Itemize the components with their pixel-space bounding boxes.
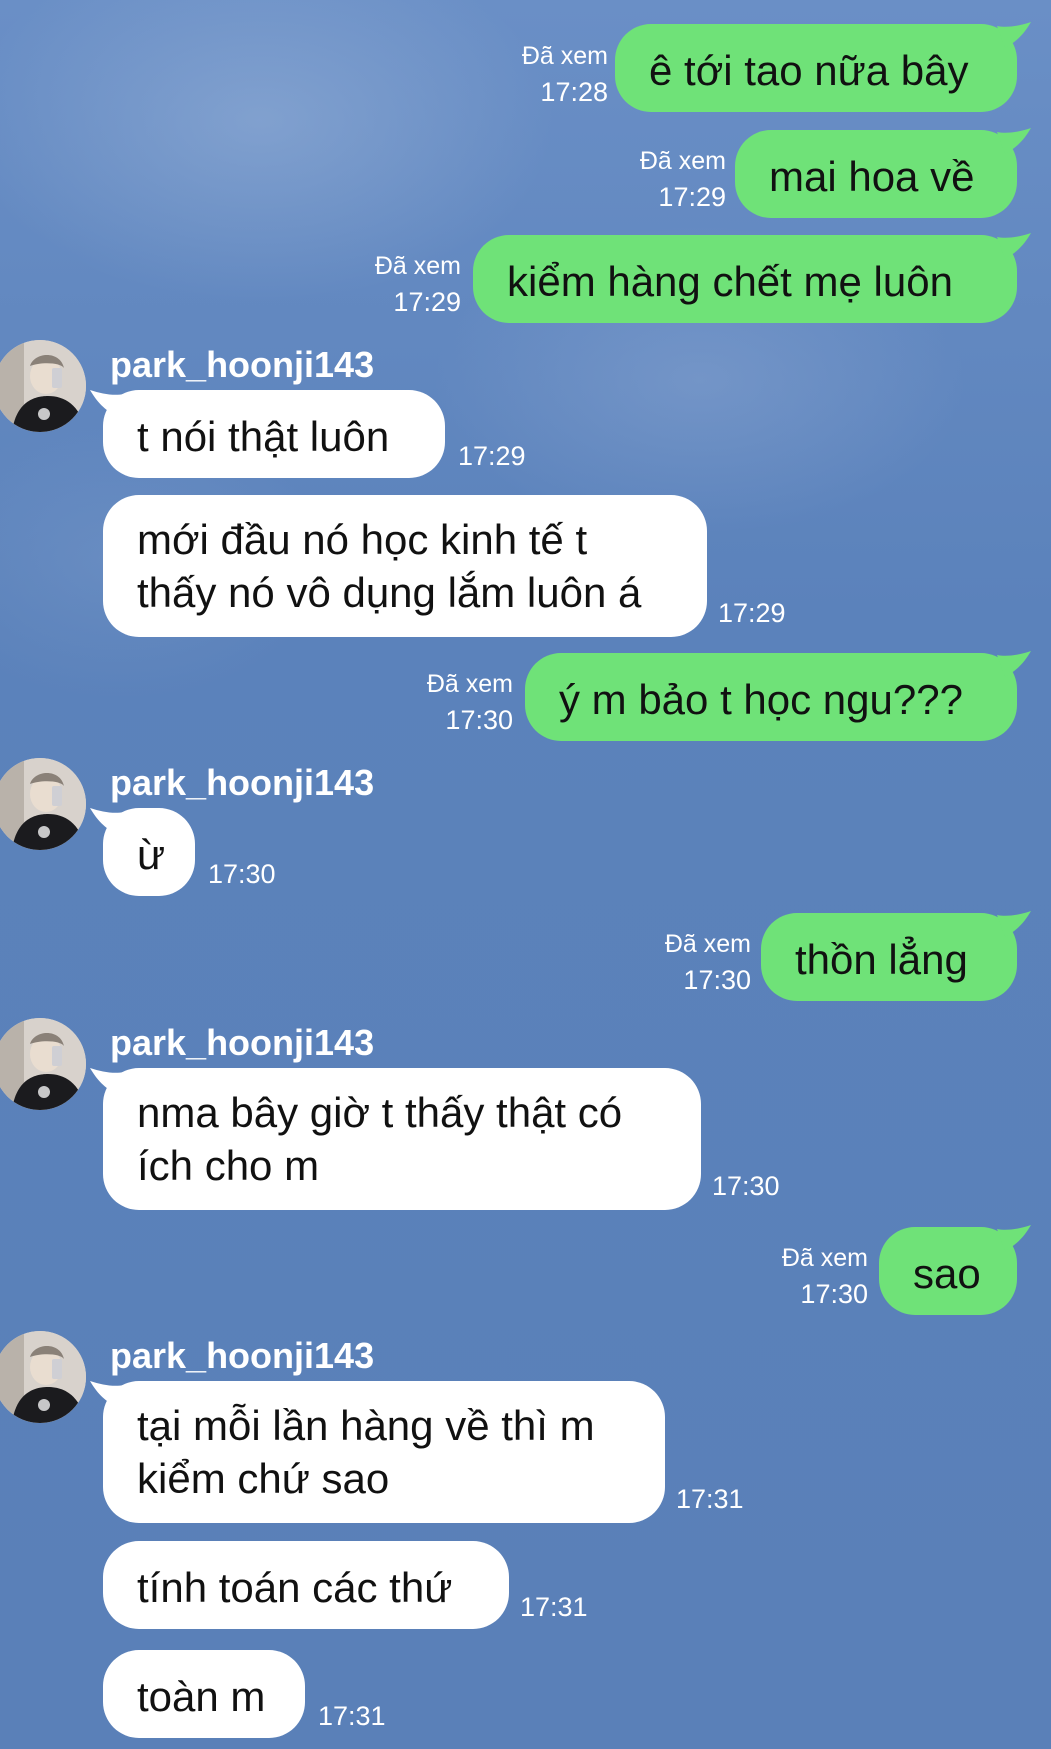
message-time: 17:28 bbox=[540, 77, 608, 107]
bubble-tail-icon bbox=[997, 233, 1031, 259]
read-receipt: Đã xem 17:28 bbox=[522, 38, 608, 110]
incoming-message-bubble[interactable]: tính toán các thứ bbox=[103, 1541, 509, 1629]
bubble-tail-icon bbox=[997, 911, 1031, 937]
avatar-photo-icon bbox=[0, 758, 86, 850]
incoming-message-bubble[interactable]: ừ bbox=[103, 808, 195, 896]
outgoing-message-bubble[interactable]: thồn lẳng bbox=[761, 913, 1017, 1001]
message-time: 17:29 bbox=[458, 441, 526, 471]
message-time: 17:30 bbox=[445, 705, 513, 735]
read-receipt: Đã xem 17:29 bbox=[375, 248, 461, 320]
seen-label: Đã xem bbox=[521, 42, 608, 70]
sender-name[interactable]: park_hoonji143 bbox=[110, 1023, 374, 1063]
seen-label: Đã xem bbox=[781, 1244, 868, 1272]
sender-name[interactable]: park_hoonji143 bbox=[110, 763, 374, 803]
seen-label: Đã xem bbox=[639, 147, 726, 175]
message-time: 17:31 bbox=[520, 1592, 588, 1622]
contact-avatar[interactable] bbox=[0, 758, 86, 850]
bubble-tail-icon bbox=[997, 651, 1031, 677]
sender-name[interactable]: park_hoonji143 bbox=[110, 1336, 374, 1376]
seen-label: Đã xem bbox=[664, 930, 751, 958]
message-time: 17:29 bbox=[393, 287, 461, 317]
read-receipt: Đã xem 17:30 bbox=[665, 926, 751, 998]
message-time: 17:30 bbox=[683, 965, 751, 995]
seen-label: Đã xem bbox=[426, 670, 513, 698]
sender-name[interactable]: park_hoonji143 bbox=[110, 345, 374, 385]
bubble-tail-icon bbox=[997, 22, 1031, 48]
message-time: 17:31 bbox=[318, 1701, 386, 1731]
message-time: 17:30 bbox=[800, 1279, 868, 1309]
contact-avatar[interactable] bbox=[0, 1331, 86, 1423]
read-receipt: Đã xem 17:30 bbox=[782, 1240, 868, 1312]
bubble-tail-icon bbox=[997, 1225, 1031, 1251]
incoming-message-bubble[interactable]: t nói thật luôn bbox=[103, 390, 445, 478]
message-time: 17:29 bbox=[658, 182, 726, 212]
contact-avatar[interactable] bbox=[0, 1018, 86, 1110]
bubble-tail-icon bbox=[997, 128, 1031, 154]
avatar-photo-icon bbox=[0, 1331, 86, 1423]
outgoing-message-bubble[interactable]: ê tới tao nữa bây bbox=[615, 24, 1017, 112]
chat-thread[interactable]: Đã xem 17:28 ê tới tao nữa bây Đã xem 17… bbox=[0, 0, 1051, 1749]
message-time: 17:29 bbox=[718, 598, 786, 628]
message-time: 17:30 bbox=[208, 859, 276, 889]
incoming-message-bubble[interactable]: mới đầu nó học kinh tế t thấy nó vô dụng… bbox=[103, 495, 707, 637]
incoming-message-bubble[interactable]: tại mỗi lần hàng về thì m kiểm chứ sao bbox=[103, 1381, 665, 1523]
contact-avatar[interactable] bbox=[0, 340, 86, 432]
outgoing-message-bubble[interactable]: kiểm hàng chết mẹ luôn bbox=[473, 235, 1017, 323]
read-receipt: Đã xem 17:29 bbox=[640, 143, 726, 215]
avatar-photo-icon bbox=[0, 340, 86, 432]
message-time: 17:31 bbox=[676, 1484, 744, 1514]
outgoing-message-bubble[interactable]: mai hoa về bbox=[735, 130, 1017, 218]
seen-label: Đã xem bbox=[374, 252, 461, 280]
incoming-message-bubble[interactable]: toàn m bbox=[103, 1650, 305, 1738]
message-time: 17:30 bbox=[712, 1171, 780, 1201]
avatar-photo-icon bbox=[0, 1018, 86, 1110]
incoming-message-bubble[interactable]: nma bây giờ t thấy thật có ích cho m bbox=[103, 1068, 701, 1210]
read-receipt: Đã xem 17:30 bbox=[427, 666, 513, 738]
outgoing-message-bubble[interactable]: ý m bảo t học ngu??? bbox=[525, 653, 1017, 741]
